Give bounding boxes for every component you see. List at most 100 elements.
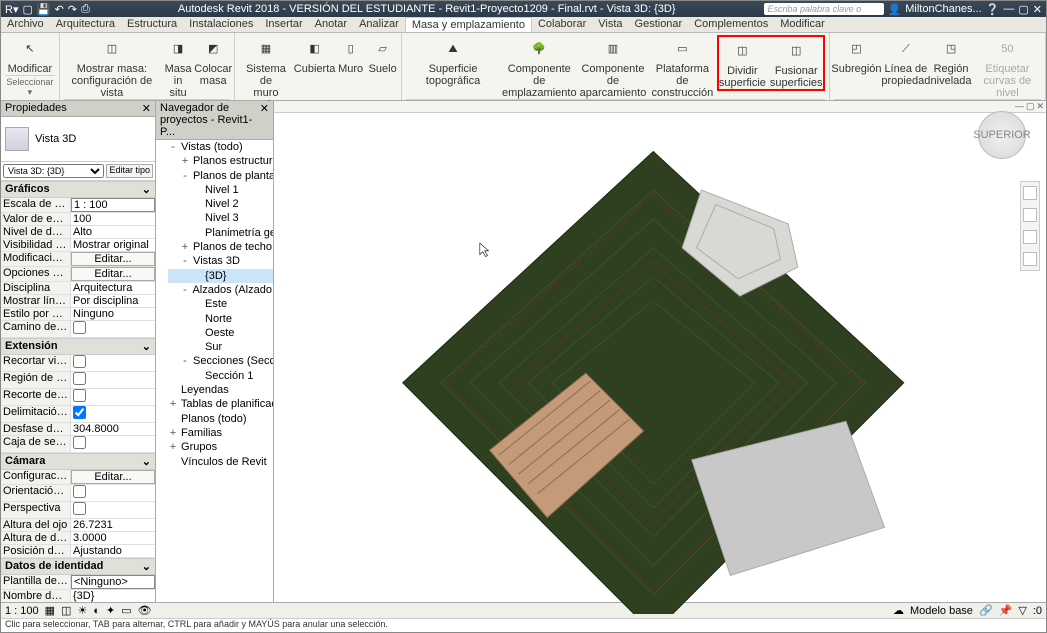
tab-arquitectura[interactable]: Arquitectura — [50, 17, 121, 32]
search-input[interactable]: Escriba palabra clave o frase — [764, 3, 884, 15]
prop-section-header[interactable]: Gráficos⌄ — [1, 181, 155, 198]
superficie-topografica-button[interactable]: ⛰Superficie topográfica — [406, 35, 501, 87]
viewcube[interactable]: SUPERIOR — [978, 111, 1026, 159]
region-nivelada-button[interactable]: ◳Regiónnivelada — [932, 35, 970, 87]
tab-archivo[interactable]: Archivo — [1, 17, 50, 32]
viewport-min-icon[interactable]: — — [1015, 101, 1024, 112]
subregion-button[interactable]: ◰Subregión — [834, 35, 880, 75]
tree-item[interactable]: + Grupos — [168, 440, 273, 454]
prop-value[interactable]: 100 — [71, 213, 155, 225]
tab-gestionar[interactable]: Gestionar — [629, 17, 689, 32]
nav-zoom-icon[interactable] — [1023, 230, 1037, 244]
tab-masa-y-emplazamiento[interactable]: Masa y emplazamiento — [405, 17, 532, 32]
navigation-bar[interactable] — [1020, 181, 1040, 271]
prop-value[interactable]: Arquitectura — [71, 282, 155, 294]
tree-item[interactable]: - Planos de planta — [168, 169, 273, 183]
fusionar-superficies-button[interactable]: ◫Fusionarsuperficies — [770, 37, 823, 89]
tree-item[interactable]: - Secciones (Sección 1) — [168, 354, 273, 368]
prop-value[interactable] — [71, 436, 155, 452]
tab-colaborar[interactable]: Colaborar — [532, 17, 592, 32]
maximize-icon[interactable]: ▢ — [1018, 3, 1028, 16]
qat-undo-icon[interactable]: ↶ — [55, 3, 64, 16]
qat-redo-icon[interactable]: ↷ — [68, 3, 77, 16]
tree-expander-icon[interactable]: - — [180, 283, 190, 297]
linea-propiedad-button[interactable]: ⟋Línea depropiedad — [883, 35, 928, 87]
tree-item[interactable]: Nivel 3 — [168, 211, 273, 225]
tree-item[interactable]: Norte — [168, 312, 273, 326]
tree-item[interactable]: Planimetría general — [168, 226, 273, 240]
tree-item[interactable]: Oeste — [168, 326, 273, 340]
prop-value[interactable] — [71, 321, 155, 337]
tree-item[interactable]: - Vistas 3D — [168, 254, 273, 268]
tree-expander-icon[interactable]: - — [180, 169, 190, 183]
tree-expander-icon[interactable]: - — [180, 254, 190, 268]
tree-item[interactable]: + Planos de techo — [168, 240, 273, 254]
tab-vista[interactable]: Vista — [592, 17, 628, 32]
tree-item[interactable]: Este — [168, 297, 273, 311]
minimize-icon[interactable]: — — [1003, 3, 1014, 15]
viewport-close-icon[interactable]: ✕ — [1036, 101, 1044, 112]
prop-value[interactable]: 1 : 100 — [71, 198, 155, 212]
tree-expander-icon[interactable]: + — [168, 426, 178, 440]
prop-value[interactable]: <Ninguno> — [71, 575, 155, 589]
muro-cortina-button[interactable]: ▦Sistema demuro cortina — [239, 35, 292, 111]
viewport-3d[interactable]: — ▢ ✕ — [274, 101, 1046, 602]
vc-visual-style-icon[interactable]: ◫ — [61, 604, 71, 617]
prop-checkbox[interactable] — [73, 389, 86, 402]
prop-checkbox[interactable] — [73, 502, 86, 515]
qat-save-icon[interactable]: 💾 — [37, 3, 51, 16]
prop-value[interactable]: Ajustando — [71, 545, 155, 557]
tree-expander-icon[interactable]: + — [180, 154, 190, 168]
prop-value[interactable] — [71, 502, 155, 518]
plataforma-construccion-button[interactable]: ▭Plataforma deconstrucción — [652, 35, 713, 99]
prop-checkbox[interactable] — [73, 355, 86, 368]
tab-modificar[interactable]: Modificar — [774, 17, 831, 32]
vc-hide-icon[interactable]: 👁 — [138, 604, 152, 617]
dividir-superficie-button[interactable]: ◫Dividirsuperficie — [719, 37, 766, 89]
colocar-masa-button[interactable]: ◩Colocarmasa — [196, 35, 230, 87]
tree-item[interactable]: + Tablas de planificación/Cantida — [168, 397, 273, 411]
prop-section-header[interactable]: Datos de identidad⌄ — [1, 558, 155, 575]
close-icon[interactable]: ✕ — [1033, 3, 1042, 16]
tree-item[interactable]: Nivel 2 — [168, 197, 273, 211]
tree-expander-icon[interactable]: - — [168, 140, 178, 154]
tree-item[interactable]: + Familias — [168, 426, 273, 440]
tree-expander-icon[interactable]: + — [180, 240, 190, 254]
prop-value[interactable]: 3.0000 — [71, 532, 155, 544]
componente-emplazamiento-button[interactable]: 🌳Componente deemplazamiento — [504, 35, 574, 99]
prop-value[interactable]: 26.7231 — [71, 519, 155, 531]
prop-value[interactable] — [71, 406, 155, 422]
tab-estructura[interactable]: Estructura — [121, 17, 183, 32]
prop-section-header[interactable]: Extensión⌄ — [1, 338, 155, 355]
instance-selector[interactable]: Vista 3D: {3D} — [3, 164, 104, 178]
viewport-max-icon[interactable]: ▢ — [1026, 101, 1035, 112]
prop-value[interactable]: Editar... — [71, 267, 155, 281]
tree-item[interactable]: Planos (todo) — [168, 412, 273, 426]
masa-in-situ-button[interactable]: ◨Masain situ — [164, 35, 192, 99]
tree-item[interactable]: Vínculos de Revit — [168, 455, 273, 469]
qat-open-icon[interactable]: ▢ — [22, 3, 32, 16]
vc-render-icon[interactable]: ✦ — [106, 604, 115, 617]
tab-anotar[interactable]: Anotar — [309, 17, 353, 32]
prop-checkbox[interactable] — [73, 485, 86, 498]
tree-item[interactable]: + Planos estructurales — [168, 154, 273, 168]
tree-item[interactable]: Nivel 1 — [168, 183, 273, 197]
tree-item[interactable]: Leyendas — [168, 383, 273, 397]
project-browser-tree[interactable]: - Vistas (todo)+ Planos estructurales- P… — [156, 140, 273, 469]
prop-checkbox[interactable] — [73, 406, 86, 419]
suelo-button[interactable]: ▱Suelo — [369, 35, 397, 75]
prop-value[interactable]: Alto — [71, 226, 155, 238]
prop-value[interactable]: Editar... — [71, 252, 155, 266]
scale-label[interactable]: 1 : 100 — [5, 605, 39, 617]
prop-value[interactable] — [71, 355, 155, 371]
muro-button[interactable]: ▯Muro — [337, 35, 365, 75]
nav-wheel-icon[interactable] — [1023, 186, 1037, 200]
tab-analizar[interactable]: Analizar — [353, 17, 405, 32]
project-browser-close-icon[interactable]: ✕ — [260, 102, 269, 138]
prop-checkbox[interactable] — [73, 436, 86, 449]
user-name[interactable]: MiltonChanes... — [905, 3, 981, 15]
prop-section-header[interactable]: Cámara⌄ — [1, 453, 155, 470]
componente-aparcamiento-button[interactable]: ▥Componente deaparcamiento — [578, 35, 648, 99]
vc-detail-icon[interactable]: ▦ — [45, 604, 55, 617]
vc-crop-icon[interactable]: ▭ — [121, 604, 131, 617]
